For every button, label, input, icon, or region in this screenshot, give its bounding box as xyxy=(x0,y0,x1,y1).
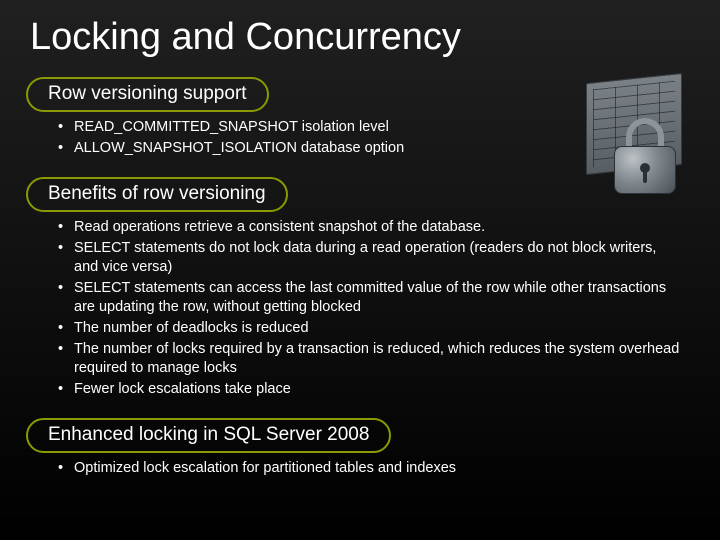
slide: Locking and Concurrency Row versioning s… xyxy=(0,0,720,518)
slide-title: Locking and Concurrency xyxy=(30,16,690,59)
bullet-list: Read operations retrieve a consistent sn… xyxy=(58,218,680,399)
section-body: Read operations retrieve a consistent sn… xyxy=(30,212,690,408)
list-item: ALLOW_SNAPSHOT_ISOLATION database option xyxy=(58,139,680,159)
bullet-list: READ_COMMITTED_SNAPSHOT isolation level … xyxy=(58,118,680,158)
list-item: The number of deadlocks is reduced xyxy=(58,319,680,339)
list-item: Read operations retrieve a consistent sn… xyxy=(58,218,680,238)
list-item: Optimized lock escalation for partitione… xyxy=(58,459,680,479)
section-row-versioning: Row versioning support READ_COMMITTED_SN… xyxy=(30,77,690,167)
section-header: Row versioning support xyxy=(26,77,269,112)
section-header: Enhanced locking in SQL Server 2008 xyxy=(26,418,391,453)
list-item: The number of locks required by a transa… xyxy=(58,340,680,379)
list-item: READ_COMMITTED_SNAPSHOT isolation level xyxy=(58,118,680,138)
list-item: SELECT statements do not lock data durin… xyxy=(58,239,680,278)
bullet-list: Optimized lock escalation for partitione… xyxy=(58,459,680,479)
section-enhanced-locking: Enhanced locking in SQL Server 2008 Opti… xyxy=(30,418,690,488)
section-header: Benefits of row versioning xyxy=(26,177,288,212)
section-body: Optimized lock escalation for partitione… xyxy=(30,453,690,488)
section-body: READ_COMMITTED_SNAPSHOT isolation level … xyxy=(30,112,690,167)
list-item: Fewer lock escalations take place xyxy=(58,380,680,400)
section-benefits: Benefits of row versioning Read operatio… xyxy=(30,177,690,408)
list-item: SELECT statements can access the last co… xyxy=(58,279,680,318)
